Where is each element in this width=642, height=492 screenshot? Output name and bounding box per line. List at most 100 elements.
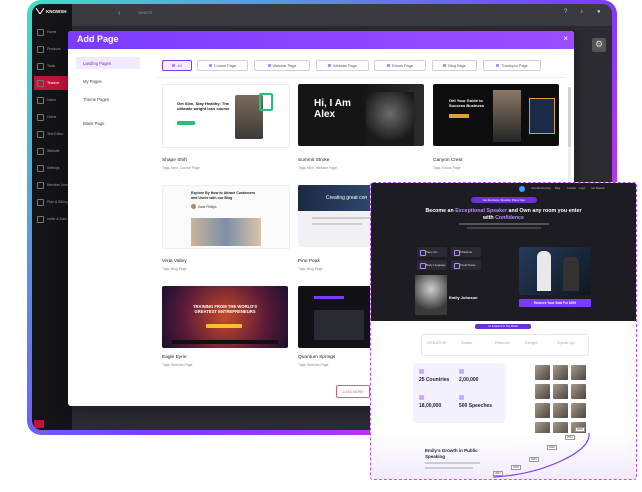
preview-nav-link[interactable]: Blog <box>555 187 560 190</box>
side-link-item[interactable]: Blank Page <box>76 117 140 129</box>
side-link-item[interactable]: My Pages <box>76 75 140 87</box>
sidebar-item-icon <box>37 164 44 172</box>
load-more-button[interactable]: LOAD MORE <box>336 385 370 398</box>
template-card-thumb[interactable]: Explore By How to Attract Customers and … <box>162 185 290 249</box>
thumb-heading: Explore By How to Attract Customers and … <box>191 191 255 200</box>
sidebar-item[interactable]: Home <box>34 25 70 39</box>
filter-chip[interactable]: All <box>162 60 192 71</box>
stat-icon <box>419 369 424 374</box>
card-tags: Tags: Webinar Page <box>298 363 329 367</box>
sidebar-item[interactable]: Plan & Billing <box>34 195 70 209</box>
filter-chip[interactable]: Thankyou Page <box>483 60 541 71</box>
thumb-heading: TRAINING FROM THE WORLD'S GREATEST ENTRE… <box>192 304 258 314</box>
hero-subtext <box>467 227 541 229</box>
filter-chip[interactable]: Website Page <box>316 60 369 71</box>
gallery-photo <box>553 403 568 418</box>
sidebar-item-icon <box>37 96 44 104</box>
card-name: Canyon Crest <box>433 158 463 163</box>
top-bar: ‹ Search ? ♪ ● <box>72 4 612 26</box>
sidebar-item-label: Home <box>47 30 57 34</box>
stat-value: 25 Countries <box>419 377 450 383</box>
sidebar-item-label: Plan & Billing <box>47 200 68 204</box>
thumb-cta <box>206 324 242 328</box>
thumb-bar <box>314 296 344 299</box>
feature-item: Vocal Power <box>451 260 481 270</box>
preview-nav-link[interactable]: Get Started <box>591 187 604 190</box>
card-name: Vista Valley <box>162 259 187 264</box>
sidebar-item-icon <box>37 113 44 121</box>
stat-icon <box>459 369 464 374</box>
sidebar-item-label: Invite & Earn <box>47 217 68 221</box>
sidebar-item[interactable]: Teacher <box>34 76 70 90</box>
sidebar-item-label: Products <box>47 47 61 51</box>
filter-chip[interactable]: Ebook Page <box>374 60 426 71</box>
timeline-label: 2017 <box>493 471 503 476</box>
gallery-photo <box>571 384 586 399</box>
settings-button[interactable]: ⚙ <box>592 38 606 52</box>
thumb-heading: Get Your Guide to Success Business <box>449 98 485 108</box>
stat-value: 500 Speeches <box>459 403 493 409</box>
card-tags: Tags: Ebook Page <box>433 166 461 170</box>
sidebar-item[interactable]: Website <box>34 144 70 158</box>
filter-chip[interactable]: Webinar Page <box>254 60 310 71</box>
hero-headline-2: with Confidence <box>371 215 636 221</box>
help-icon[interactable]: ? <box>564 9 567 15</box>
template-card-thumb[interactable]: Get Your Guide to Success Business <box>433 84 559 146</box>
sidebar-item[interactable]: Settings <box>34 161 70 175</box>
text-line <box>312 217 372 219</box>
close-icon[interactable]: × <box>563 34 568 43</box>
template-card-thumb[interactable]: TRAINING FROM THE WORLD'S GREATEST ENTRE… <box>162 286 288 348</box>
sidebar-item[interactable]: Home <box>34 110 70 124</box>
sidebar-item-label: Text Editor <box>47 132 64 136</box>
speaker-stage-photo <box>519 247 591 295</box>
thumb-heading: Creating great con <box>326 195 368 201</box>
headline-part: and Own any room you enter <box>508 208 582 214</box>
filter-chip-label: Thankyou Page <box>501 63 528 68</box>
card-name: Quantum Springs <box>298 355 336 360</box>
side-link-item[interactable]: Landing Pages <box>76 57 140 69</box>
headline-part: with <box>483 215 494 221</box>
reserve-seat-button[interactable]: Reserve Your Seat For $299 <box>519 299 591 307</box>
preview-nav-link[interactable]: Join Membership <box>531 187 551 190</box>
sidebar-item[interactable]: Member Area <box>34 178 70 192</box>
preview-nav-link[interactable]: Contact <box>567 187 576 190</box>
person-photo <box>366 92 414 146</box>
card-tags: Tags: Nine, Course Page <box>162 166 200 170</box>
speaker-figure <box>537 251 551 291</box>
filter-chip[interactable]: Course Page <box>197 60 248 71</box>
bell-icon[interactable]: ♪ <box>580 9 583 15</box>
sidebar-item[interactable]: Text Editor <box>34 127 70 141</box>
template-card-thumb[interactable]: Hi, I Am Alex <box>298 84 424 146</box>
growth-text <box>425 462 480 464</box>
scrollbar-thumb[interactable] <box>568 87 571 147</box>
sidebar-item-label: Member Area <box>47 183 69 187</box>
menu-icon[interactable]: ‹ <box>118 10 120 17</box>
sidebar-item-icon <box>37 147 44 155</box>
card-name: Summit Stroke <box>298 158 330 163</box>
user-icon[interactable]: ● <box>597 9 601 15</box>
author-name: Kane Phillips <box>198 205 217 209</box>
sidebar-item[interactable]: Users <box>34 93 70 107</box>
filter-chip[interactable]: Blog Page <box>432 60 477 71</box>
sidebar-item[interactable]: Tools <box>34 59 70 73</box>
brand-logo: KNOWSH <box>36 8 67 14</box>
preview-nav-link[interactable]: Login <box>579 187 585 190</box>
search-input[interactable]: Search <box>138 10 152 15</box>
speaker-figure <box>563 257 579 291</box>
sidebar-item-icon <box>37 130 44 138</box>
side-link-item[interactable]: Theme Pages <box>76 93 140 105</box>
template-card-thumb[interactable]: Get Slim, Stay Healthy: The ultimate wei… <box>162 84 290 148</box>
card-tags: Tags: Webinar Page <box>162 363 193 367</box>
sidebar-item-icon <box>37 79 44 87</box>
sidebar-item[interactable]: Products <box>34 42 70 56</box>
gallery-photo <box>571 365 586 380</box>
brand-logo: Delight <box>525 340 538 345</box>
filter-chip-label: Course Page <box>213 63 237 68</box>
sidebar-item[interactable]: Invite & Earn <box>34 212 70 226</box>
collapse-button[interactable] <box>34 420 44 428</box>
gallery-photo <box>535 384 550 399</box>
video-block <box>314 310 364 340</box>
filter-chip-label: Website Page <box>333 63 357 68</box>
filter-chip-icon <box>328 64 332 67</box>
filter-chip-label: Webinar Page <box>272 63 297 68</box>
